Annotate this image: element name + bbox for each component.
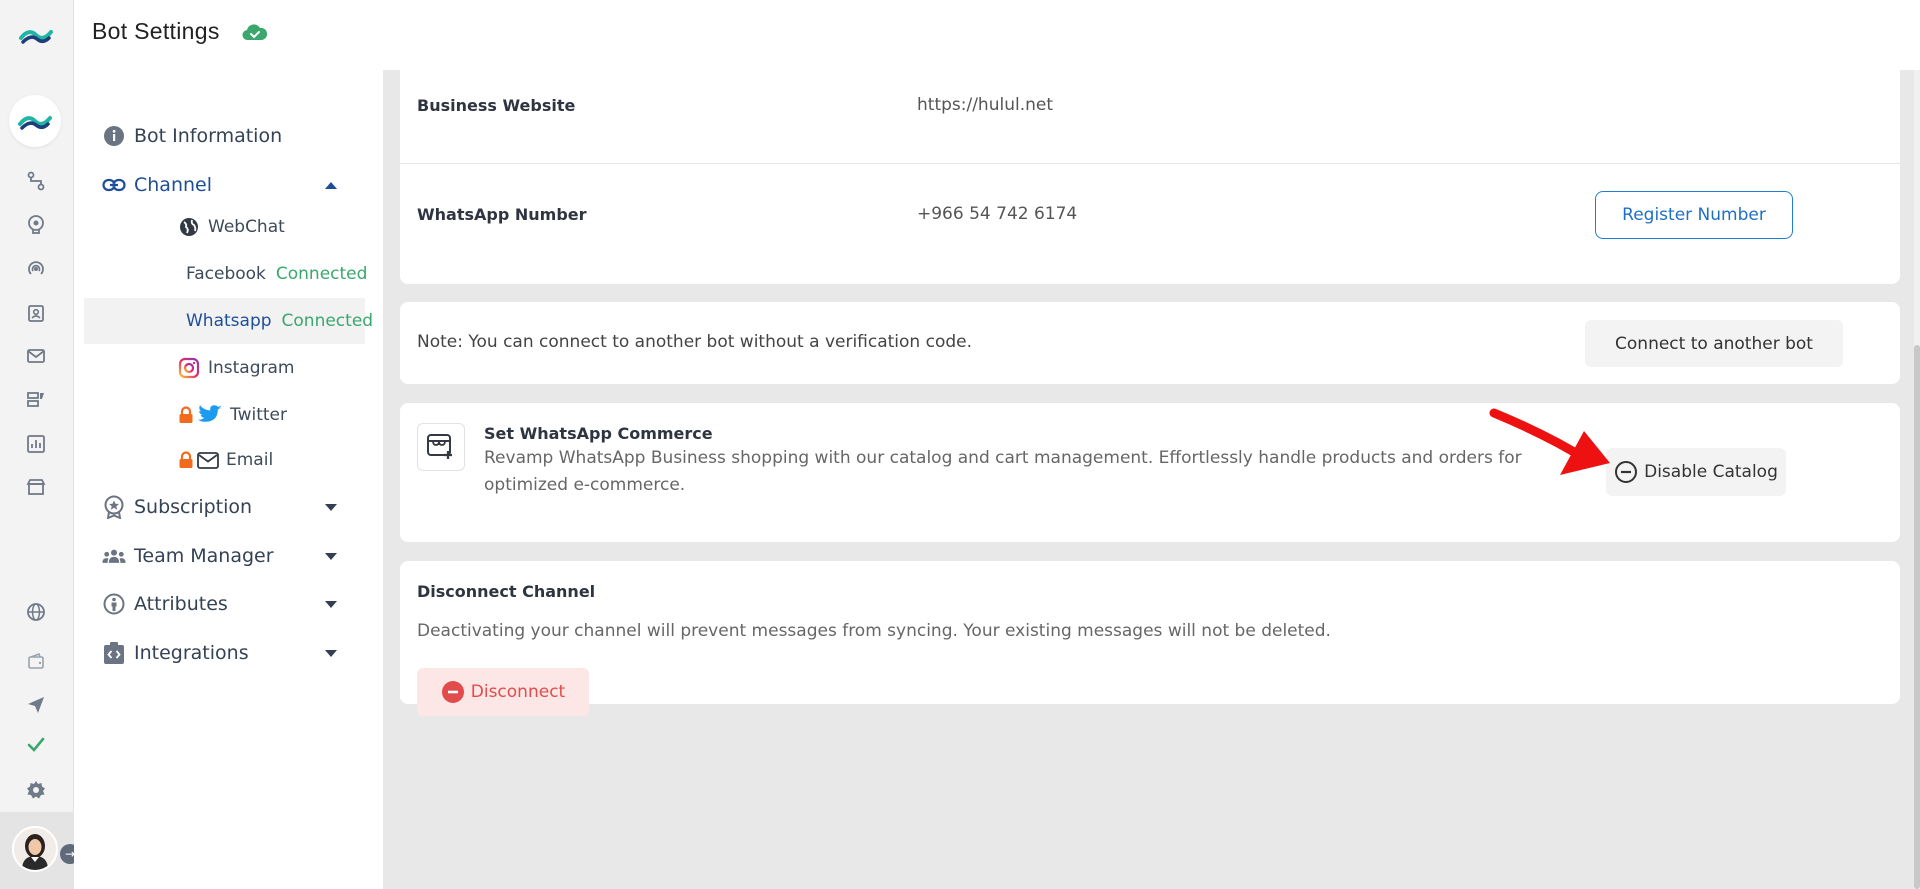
- disable-catalog-label: Disable Catalog: [1644, 462, 1778, 482]
- note-text: Note: You can connect to another bot wit…: [417, 332, 973, 352]
- channel-label: Instagram: [208, 358, 295, 378]
- channel-item-email[interactable]: Email: [84, 437, 365, 483]
- row-divider: [400, 163, 1900, 164]
- connected-status: Connected: [281, 311, 374, 331]
- disconnect-button[interactable]: Disconnect: [417, 668, 589, 716]
- sidebar-item-integrations[interactable]: Integrations: [74, 634, 365, 672]
- settings-sidebar: Bot Information Channel WebChat Facebook…: [74, 70, 383, 889]
- main-content: Business Website https://hulul.net Whats…: [383, 70, 1920, 889]
- channel-label: Whatsapp: [186, 311, 272, 331]
- link-icon: [102, 173, 126, 197]
- sidebar-item-label: Subscription: [134, 496, 253, 518]
- disconnect-label: Disconnect: [470, 682, 566, 702]
- award-badge-icon: [102, 495, 126, 519]
- chevron-up-icon: [325, 181, 337, 189]
- channel-label: Email: [226, 450, 274, 470]
- channel-item-twitter[interactable]: Twitter: [84, 392, 365, 438]
- channel-item-facebook[interactable]: Facebook Connected: [84, 251, 368, 297]
- channel-label: WebChat: [208, 217, 285, 237]
- scrollbar[interactable]: [1914, 70, 1920, 889]
- disconnect-title: Disconnect Channel: [417, 582, 596, 601]
- whatsapp-number-value: +966 54 742 6174: [917, 204, 1078, 224]
- register-number-button[interactable]: Register Number: [1595, 191, 1793, 239]
- page-title: Bot Settings: [92, 18, 220, 44]
- twitter-icon: [198, 405, 222, 422]
- sidebar-item-subscription[interactable]: Subscription: [74, 488, 365, 526]
- sidebar-item-channel[interactable]: Channel: [74, 166, 365, 204]
- globe-icon: [180, 218, 198, 236]
- channel-item-webchat[interactable]: WebChat: [84, 204, 365, 250]
- integrations-icon: [102, 641, 126, 665]
- settings-gear-icon[interactable]: [25, 779, 47, 801]
- contacts-icon[interactable]: [25, 302, 47, 324]
- sidebar-item-label: Attributes: [134, 593, 228, 615]
- commerce-description-line1: Revamp WhatsApp Business shopping with o…: [484, 448, 1522, 468]
- business-website-value: https://hulul.net: [917, 95, 1054, 115]
- channel-label: Twitter: [230, 405, 287, 425]
- ai-brain-icon[interactable]: [25, 213, 47, 235]
- broadcast-icon[interactable]: [25, 258, 47, 280]
- page-header: Bot Settings: [74, 0, 1920, 70]
- channel-label: Facebook: [186, 264, 266, 284]
- checkmark-icon[interactable]: [25, 734, 47, 756]
- wallet-icon[interactable]: [25, 650, 47, 672]
- analytics-icon[interactable]: [25, 433, 47, 455]
- team-icon: [102, 544, 126, 568]
- scrollbar-thumb[interactable]: [1914, 345, 1920, 889]
- disconnect-channel-card: Disconnect Channel Deactivating your cha…: [400, 561, 1900, 716]
- email-icon: [197, 452, 219, 469]
- minus-circle-icon: [441, 681, 464, 703]
- channel-info-card: Business Website https://hulul.net Whats…: [400, 70, 1900, 284]
- globe-icon[interactable]: [25, 601, 47, 623]
- commerce-title: Set WhatsApp Commerce: [484, 424, 713, 443]
- commerce-description-line2: optimized e-commerce.: [484, 475, 686, 495]
- annotation-arrow-icon: [1489, 408, 1610, 475]
- bot-avatar-button[interactable]: [9, 95, 61, 147]
- cloud-saved-icon: [242, 24, 268, 41]
- flow-icon[interactable]: [25, 170, 47, 192]
- connected-status: Connected: [275, 264, 368, 284]
- connect-another-bot-button[interactable]: Connect to another bot: [1585, 320, 1843, 367]
- business-website-label: Business Website: [417, 96, 576, 115]
- whatsapp-number-label: WhatsApp Number: [417, 205, 587, 224]
- chevron-down-icon: [325, 552, 337, 560]
- disable-catalog-button[interactable]: Disable Catalog: [1606, 448, 1786, 496]
- person-attribute-icon: [102, 592, 126, 616]
- sidebar-item-label: Channel: [134, 174, 213, 196]
- channel-item-instagram[interactable]: Instagram: [84, 345, 365, 391]
- app-logo[interactable]: [19, 24, 53, 46]
- send-icon[interactable]: [25, 694, 47, 716]
- inbox-icon[interactable]: [25, 345, 47, 367]
- instagram-icon: [178, 357, 200, 379]
- sidebar-item-bot-information[interactable]: Bot Information: [74, 117, 365, 155]
- chevron-down-icon: [325, 600, 337, 608]
- templates-icon[interactable]: [25, 389, 47, 411]
- lock-icon: [179, 406, 193, 423]
- connect-bot-card: Note: You can connect to another bot wit…: [400, 302, 1900, 384]
- sidebar-item-label: Integrations: [134, 642, 249, 664]
- icon-rail: →: [0, 0, 80, 889]
- sidebar-item-label: Team Manager: [134, 545, 274, 567]
- channel-item-whatsapp[interactable]: Whatsapp Connected: [84, 298, 373, 344]
- catalog-icon: [417, 423, 465, 471]
- disconnect-description: Deactivating your channel will prevent m…: [417, 621, 1331, 641]
- chevron-down-icon: [325, 503, 337, 511]
- chevron-down-icon: [325, 649, 337, 657]
- sidebar-item-label: Bot Information: [134, 125, 283, 147]
- minus-circle-icon: [1615, 461, 1638, 483]
- info-icon: [102, 124, 126, 148]
- sidebar-item-team-manager[interactable]: Team Manager: [74, 537, 365, 575]
- user-avatar[interactable]: [12, 826, 58, 872]
- sidebar-item-attributes[interactable]: Attributes: [74, 585, 365, 623]
- lock-icon: [179, 451, 193, 468]
- whatsapp-commerce-card: Set WhatsApp Commerce Revamp WhatsApp Bu…: [400, 403, 1900, 542]
- store-icon[interactable]: [25, 476, 47, 498]
- bot-logo-icon: [18, 116, 52, 130]
